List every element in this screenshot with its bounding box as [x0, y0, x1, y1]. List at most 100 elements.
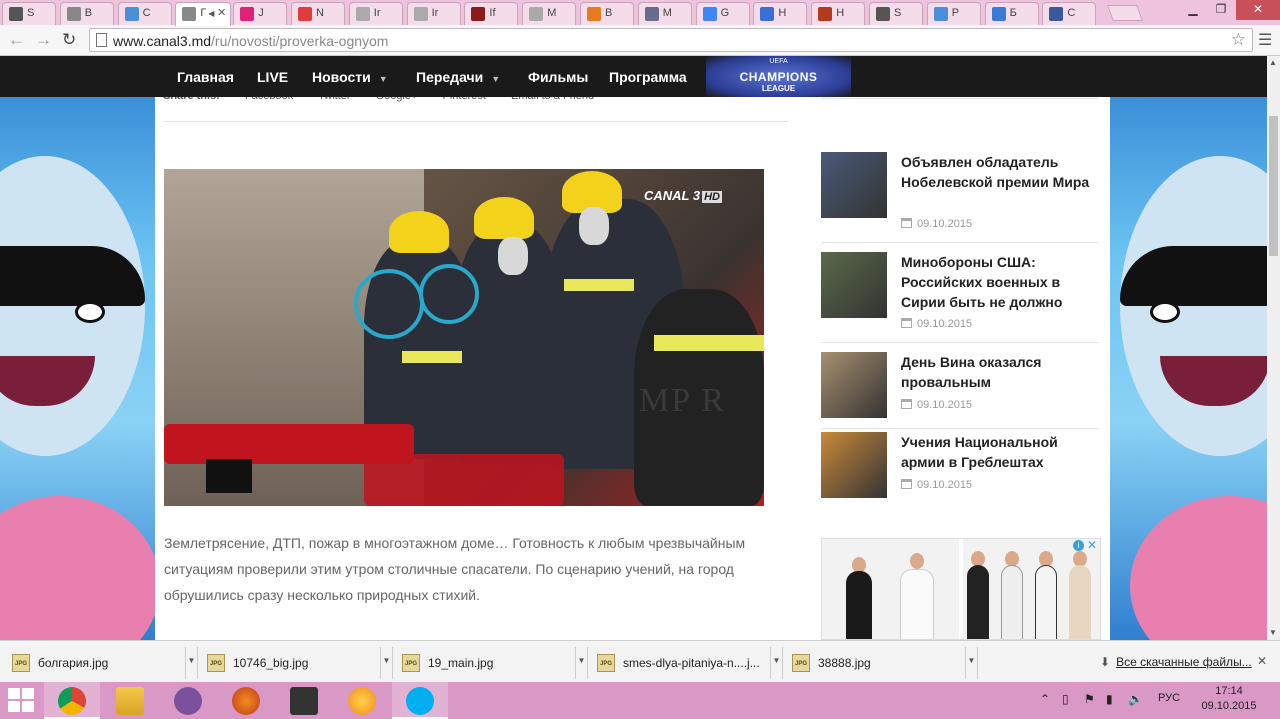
nav-item[interactable]: Новости ▼: [312, 69, 388, 85]
tab-title: Ir: [431, 7, 439, 19]
close-window-button[interactable]: ✕: [1236, 0, 1280, 20]
article-video[interactable]: MP R CANAL 3 HD: [164, 169, 764, 506]
nav-item[interactable]: Фильмы: [528, 69, 588, 85]
flag-icon[interactable]: ⚑: [1084, 692, 1095, 706]
reload-button[interactable]: ↻: [62, 30, 76, 50]
browser-tab[interactable]: N: [291, 2, 345, 25]
news-title[interactable]: Учения Национальной армии в Греблештах: [901, 432, 1091, 472]
news-title[interactable]: Объявлен обладатель Нобелевской премии М…: [901, 152, 1091, 192]
download-item[interactable]: JPG 19_main.jpg ▼: [394, 647, 588, 679]
volume-icon[interactable]: 🔈: [1128, 692, 1143, 706]
nav-item[interactable]: Главная: [177, 69, 234, 85]
tablet-icon[interactable]: ▯: [1062, 692, 1069, 706]
language-indicator[interactable]: РУС: [1158, 692, 1180, 704]
news-thumbnail[interactable]: [821, 352, 887, 418]
left-background-ad[interactable]: [0, 96, 155, 640]
browser-tab[interactable]: H: [811, 2, 866, 25]
tab-title: H: [836, 7, 845, 19]
browser-tab[interactable]: B: [580, 2, 634, 25]
browser-tab[interactable]: J: [233, 2, 288, 25]
download-menu-chevron-icon[interactable]: ▼: [185, 647, 197, 679]
champions-league-banner[interactable]: UEFA CHAMPIONS LEAGUE: [706, 56, 851, 97]
browser-tab[interactable]: S: [2, 2, 56, 25]
adchoices-icon[interactable]: i: [1073, 540, 1084, 551]
back-button[interactable]: ←: [8, 30, 25, 50]
nav-item[interactable]: Передачи ▼: [416, 69, 500, 85]
download-item[interactable]: JPG 10746_big.jpg ▼: [199, 647, 393, 679]
show-all-downloads-link[interactable]: ⬇ Все скачанные файлы...: [1100, 655, 1252, 669]
browser-tab[interactable]: M: [637, 2, 692, 25]
browser-tab[interactable]: Б: [984, 2, 1039, 25]
taskbar-app[interactable]: [392, 682, 448, 719]
scroll-thumb[interactable]: [1269, 116, 1278, 256]
browser-tab[interactable]: M: [522, 2, 577, 25]
taskbar-app[interactable]: [218, 682, 274, 719]
tab-close-icon[interactable]: ✕: [217, 6, 226, 19]
new-tab-button[interactable]: [1107, 5, 1143, 21]
tab-title: Ir: [373, 7, 381, 19]
nm-icon: [298, 7, 312, 21]
h-icon: [818, 7, 833, 21]
page-icon: [96, 33, 107, 47]
news-date-text: 09.10.2015: [917, 318, 973, 330]
browser-tab[interactable]: P: [926, 2, 981, 25]
download-menu-chevron-icon[interactable]: ▼: [575, 647, 587, 679]
download-item[interactable]: JPG болгария.jpg ▼: [4, 647, 198, 679]
news-thumbnail[interactable]: [821, 432, 887, 498]
news-thumbnail[interactable]: [821, 252, 887, 318]
b-icon: [991, 7, 1006, 21]
bookmark-star-icon[interactable]: ☆: [1231, 30, 1246, 50]
network-icon[interactable]: ▮: [1106, 692, 1113, 706]
browser-tab[interactable]: Ir: [348, 2, 403, 25]
chrome-menu-icon[interactable]: ☰: [1258, 30, 1272, 50]
download-item[interactable]: JPG 38888.jpg ▼: [784, 647, 978, 679]
forward-button[interactable]: →: [35, 30, 52, 50]
browser-tab[interactable]: B: [59, 2, 114, 25]
browser-tab[interactable]: C: [117, 2, 172, 25]
taskbar-app[interactable]: [160, 682, 216, 719]
scroll-down-icon[interactable]: ▼: [1269, 628, 1277, 637]
browser-tab[interactable]: S: [869, 2, 923, 25]
browser-tab[interactable]: Г ◀ ✕: [175, 2, 232, 26]
download-menu-chevron-icon[interactable]: ▼: [770, 647, 782, 679]
browser-tab[interactable]: H: [753, 2, 808, 25]
news-title[interactable]: Минобороны США: Российских военных в Сир…: [901, 252, 1091, 312]
ad-close-icon[interactable]: ✕: [1087, 539, 1097, 552]
taskbar-app[interactable]: [334, 682, 390, 719]
browser-tab[interactable]: If: [464, 2, 519, 25]
taskbar-app[interactable]: [44, 682, 100, 719]
news-title[interactable]: День Вина оказался провальным: [901, 352, 1091, 392]
nav-item[interactable]: Программа: [609, 69, 687, 85]
nav-item-label: Главная: [177, 69, 234, 85]
start-button[interactable]: [8, 688, 36, 714]
download-menu-chevron-icon[interactable]: ▼: [380, 647, 392, 679]
jpg-file-icon: JPG: [597, 654, 615, 672]
news-date: 09.10.2015: [901, 218, 972, 230]
download-menu-chevron-icon[interactable]: ▼: [965, 647, 977, 679]
news-date-text: 09.10.2015: [917, 218, 973, 230]
video-red-valve: [254, 429, 282, 457]
browser-tab[interactable]: C: [1042, 2, 1097, 25]
taskbar-app[interactable]: [102, 682, 158, 719]
right-background-ad[interactable]: [1110, 96, 1267, 640]
browser-tab[interactable]: G: [695, 2, 750, 25]
cartoon-fish-image: [1130, 496, 1267, 640]
download-item[interactable]: JPG smes-dlya-pitaniya-n....j... ▼: [589, 647, 783, 679]
url-text[interactable]: www.canal3.md/ru/novosti/proverka-ognyom: [113, 33, 388, 49]
scroll-up-icon[interactable]: ▲: [1269, 58, 1277, 67]
news-thumbnail[interactable]: [821, 152, 887, 218]
jpg-file-icon: JPG: [207, 654, 225, 672]
restore-button[interactable]: ❐: [1208, 0, 1234, 20]
page-scrollbar[interactable]: ▲ ▼: [1267, 56, 1280, 640]
shark-cap: [0, 246, 145, 306]
cartoon-fish-image: [0, 496, 155, 640]
show-hidden-icons[interactable]: ⌃: [1040, 692, 1050, 706]
browser-tab[interactable]: Ir: [406, 2, 461, 25]
nav-item[interactable]: LIVE: [257, 69, 288, 85]
address-bar[interactable]: www.canal3.md/ru/novosti/proverka-ognyom…: [89, 28, 1253, 52]
taskbar-app[interactable]: [276, 682, 332, 719]
fashion-ad-banner[interactable]: i ✕: [821, 538, 1101, 640]
system-clock[interactable]: 17:14 09.10.2015: [1194, 684, 1264, 714]
close-downloads-icon[interactable]: ✕: [1257, 654, 1267, 668]
minimize-button[interactable]: ▁: [1180, 0, 1206, 20]
